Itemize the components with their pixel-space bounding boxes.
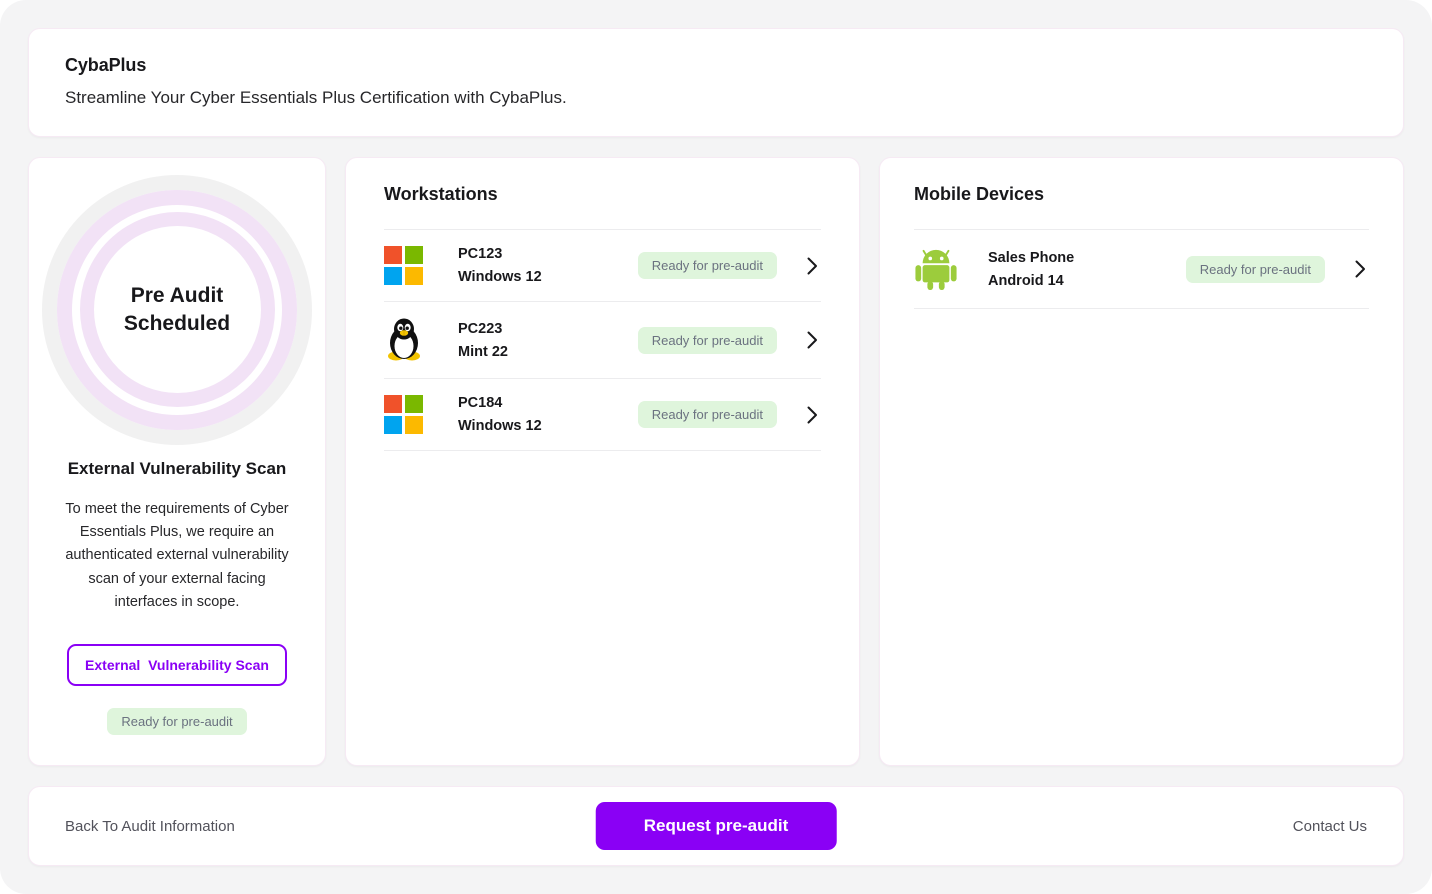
table-row[interactable]: Sales Phone Android 14 Ready for pre-aud… <box>914 230 1369 309</box>
scan-description: To meet the requirements of Cyber Essent… <box>65 501 289 610</box>
chevron-right-icon[interactable] <box>803 257 821 275</box>
main-columns: Pre Audit Scheduled External Vulnerabili… <box>28 157 1404 766</box>
device-os: Windows 12 <box>458 269 542 285</box>
workstations-title: Workstations <box>384 184 498 204</box>
device-os: Mint 22 <box>458 343 508 360</box>
audit-status-label: Pre Audit Scheduled <box>123 284 231 335</box>
chevron-right-icon[interactable] <box>803 331 821 349</box>
device-name: PC223 <box>458 320 503 337</box>
status-badge: Ready for pre-audit <box>637 252 777 279</box>
page-root: CybaPlus Streamline Your Cyber Essential… <box>0 0 1432 894</box>
windows-logo-icon <box>384 246 428 285</box>
device-name: Sales Phone <box>988 249 1075 266</box>
table-row[interactable]: PC123 Windows 12 Ready for pre-audit <box>384 230 821 302</box>
workstations-panel: Workstations PC123 Windows 12 Ready for … <box>345 157 860 766</box>
table-row[interactable]: PC184 Windows 12 Ready for pre-audit <box>384 379 821 451</box>
page-footer: Back To Audit Information Request pre-au… <box>28 786 1404 866</box>
device-os: Android 14 <box>988 272 1064 289</box>
external-vulnerability-scan-button[interactable]: External Vulnerability Scan <box>67 644 287 686</box>
device-identity: PC184 Windows 12 <box>428 395 638 434</box>
contact-us-link[interactable]: Contact Us <box>1293 818 1367 835</box>
page-header: CybaPlus Streamline Your Cyber Essential… <box>28 28 1404 137</box>
request-pre-audit-button[interactable]: Request pre-audit <box>595 802 837 850</box>
scan-section-title: External Vulnerability Scan <box>67 459 287 479</box>
windows-logo-icon <box>384 395 428 434</box>
status-badge: Ready for pre-audit <box>1185 255 1325 283</box>
status-badge: Ready for pre-audit <box>107 708 247 735</box>
mobile-devices-title: Mobile Devices <box>914 184 1045 204</box>
device-identity: Sales Phone Android 14 <box>958 250 1186 289</box>
device-identity: PC223 Mint 22 <box>428 321 638 360</box>
device-name: PC184 <box>458 395 503 411</box>
device-identity: PC123 Windows 12 <box>428 246 638 285</box>
page-title: CybaPlus <box>65 55 147 75</box>
back-to-audit-information-link[interactable]: Back To Audit Information <box>65 818 235 835</box>
status-badge: Ready for pre-audit <box>637 401 777 428</box>
device-status-cell: Ready for pre-audit <box>1185 255 1351 283</box>
device-status-cell: Ready for pre-audit <box>637 326 803 354</box>
device-status-cell: Ready for pre-audit <box>637 252 803 279</box>
audit-status-panel: Pre Audit Scheduled External Vulnerabili… <box>28 157 326 766</box>
device-os: Windows 12 <box>458 418 542 434</box>
chevron-right-icon[interactable] <box>1351 260 1369 278</box>
mobile-devices-panel: Mobile Devices Sales Phone Android 14 Re… <box>879 157 1404 766</box>
linux-penguin-icon <box>384 318 428 362</box>
audit-progress-ring: Pre Audit Scheduled <box>42 174 312 445</box>
chevron-right-icon[interactable] <box>803 406 821 424</box>
device-name: PC123 <box>458 246 503 262</box>
app-frame: CybaPlus Streamline Your Cyber Essential… <box>0 0 1432 894</box>
android-robot-icon <box>914 246 958 292</box>
scan-status-badge-wrap: Ready for pre-audit <box>107 708 247 735</box>
page-subtitle: Streamline Your Cyber Essentials Plus Ce… <box>65 88 567 107</box>
device-status-cell: Ready for pre-audit <box>637 401 803 428</box>
table-row[interactable]: PC223 Mint 22 Ready for pre-audit <box>384 302 821 379</box>
status-badge: Ready for pre-audit <box>637 326 777 354</box>
